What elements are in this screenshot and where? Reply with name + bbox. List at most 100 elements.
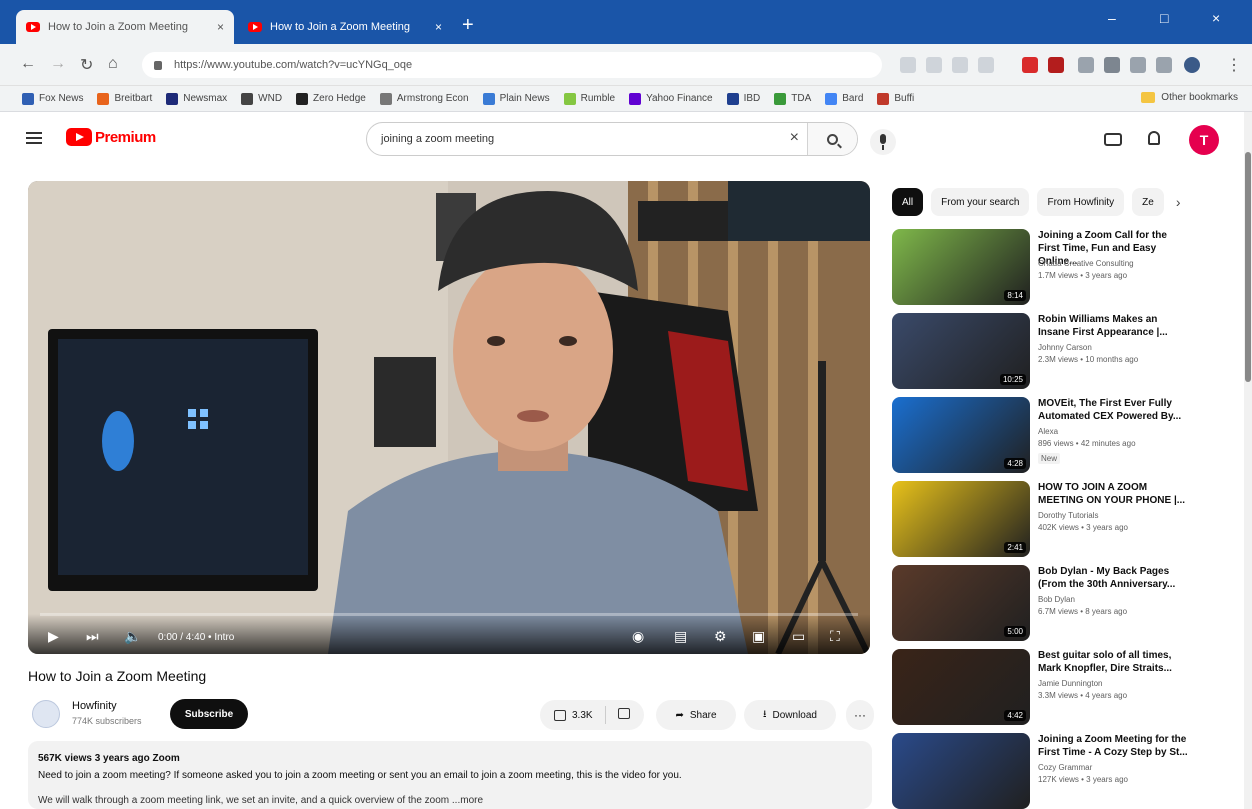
cast-icon[interactable] bbox=[900, 57, 916, 73]
recommended-title[interactable]: MOVEit, The First Ever Fully Automated C… bbox=[1038, 397, 1188, 423]
chevron-right-icon[interactable]: › bbox=[1176, 194, 1181, 210]
recommended-video[interactable]: 8:14 Joining a Zoom Call for the First Ti… bbox=[892, 229, 1232, 307]
share-button[interactable]: ➦ Share bbox=[656, 700, 736, 730]
recommended-video[interactable]: 2:41 HOW TO JOIN A ZOOM MEETING ON YOUR P… bbox=[892, 481, 1232, 559]
theater-mode-icon[interactable]: ▭ bbox=[792, 628, 805, 644]
url-bar[interactable]: https://www.youtube.com/watch?v=ucYNGq_o… bbox=[142, 52, 882, 78]
chip-from-search[interactable]: From your search bbox=[931, 188, 1030, 216]
reload-icon[interactable]: ↻ bbox=[80, 55, 93, 75]
recommended-channel[interactable]: Bob Dylan bbox=[1038, 595, 1075, 604]
bookmark-item[interactable]: Breitbart bbox=[97, 92, 152, 105]
microphone-icon[interactable] bbox=[870, 129, 896, 155]
volume-icon[interactable]: 🔈 bbox=[124, 628, 141, 644]
chip-partial[interactable]: Ze bbox=[1132, 188, 1164, 216]
maximize-button[interactable]: □ bbox=[1160, 10, 1168, 26]
extension-flag-icon[interactable] bbox=[1048, 57, 1064, 73]
back-arrow-icon[interactable]: ← bbox=[20, 55, 36, 73]
video-thumbnail[interactable]: 5:00 bbox=[892, 565, 1030, 641]
chapter-text[interactable]: • Intro bbox=[208, 632, 234, 643]
minimize-button[interactable]: – bbox=[1108, 10, 1116, 26]
tab-active[interactable]: How to Join a Zoom Meeting × bbox=[238, 10, 452, 44]
share-page-icon[interactable] bbox=[952, 57, 968, 73]
search-button[interactable] bbox=[807, 123, 857, 155]
home-icon[interactable]: ⌂ bbox=[108, 55, 118, 73]
bookmark-item[interactable]: WND bbox=[241, 92, 282, 105]
settings-icon[interactable] bbox=[978, 57, 994, 73]
sidebar-icon[interactable] bbox=[1156, 57, 1172, 73]
video-thumbnail[interactable]: 10:25 bbox=[892, 313, 1030, 389]
recommended-video[interactable]: Joining a Zoom Meeting for the First Tim… bbox=[892, 733, 1232, 809]
hamburger-menu-icon[interactable] bbox=[26, 132, 42, 144]
search-box[interactable]: joining a zoom meeting × bbox=[366, 122, 858, 156]
recommended-channel[interactable]: Cozy Grammar bbox=[1038, 763, 1092, 772]
new-tab-button[interactable]: + bbox=[462, 14, 474, 36]
recommended-channel[interactable]: Alexa bbox=[1038, 427, 1058, 436]
settings-gear-icon[interactable]: ⚙ bbox=[714, 628, 727, 644]
chip-from-channel[interactable]: From Howfinity bbox=[1037, 188, 1125, 216]
progress-bar[interactable] bbox=[40, 613, 858, 616]
recommended-video[interactable]: 5:00 Bob Dylan - My Back Pages (From the … bbox=[892, 565, 1232, 643]
recommended-channel[interactable]: Johnny Carson bbox=[1038, 343, 1092, 352]
miniplayer-icon[interactable]: ▣ bbox=[752, 628, 765, 644]
media-icon[interactable] bbox=[1130, 57, 1146, 73]
create-video-icon[interactable] bbox=[1104, 133, 1122, 146]
play-icon[interactable]: ▶ bbox=[48, 628, 59, 644]
clear-search-icon[interactable]: × bbox=[790, 129, 799, 147]
recommended-title[interactable]: Robin Williams Makes an Insane First App… bbox=[1038, 313, 1188, 339]
extension-icon[interactable] bbox=[1078, 57, 1094, 73]
youtube-logo[interactable]: Premium bbox=[66, 128, 156, 146]
bookmark-item[interactable]: Bard bbox=[825, 92, 863, 105]
video-thumbnail[interactable]: 4:28 bbox=[892, 397, 1030, 473]
other-bookmarks[interactable]: Other bookmarks bbox=[1141, 92, 1238, 103]
recommended-title[interactable]: Bob Dylan - My Back Pages (From the 30th… bbox=[1038, 565, 1188, 591]
bookmark-item[interactable]: Yahoo Finance bbox=[629, 92, 713, 105]
page-scrollbar[interactable] bbox=[1244, 112, 1252, 809]
more-actions-button[interactable]: ··· bbox=[846, 700, 874, 730]
bookmark-item[interactable]: TDA bbox=[774, 92, 811, 105]
tab-inactive[interactable]: How to Join a Zoom Meeting × bbox=[16, 10, 234, 44]
video-thumbnail[interactable]: 2:41 bbox=[892, 481, 1030, 557]
autoplay-toggle-icon[interactable]: ◉ bbox=[632, 628, 644, 644]
captions-icon[interactable]: ▤ bbox=[674, 628, 687, 644]
account-avatar[interactable]: T bbox=[1189, 125, 1219, 155]
next-video-icon[interactable]: ⏭ bbox=[86, 628, 99, 644]
video-thumbnail[interactable]: 8:14 bbox=[892, 229, 1030, 305]
recommended-video[interactable]: 4:28 MOVEit, The First Ever Fully Automat… bbox=[892, 397, 1232, 475]
channel-name[interactable]: Howfinity bbox=[72, 700, 117, 712]
recommended-channel[interactable]: Jamie Dunnington bbox=[1038, 679, 1102, 688]
menu-kebab-icon[interactable]: ⋮ bbox=[1226, 55, 1242, 75]
dislike-button[interactable] bbox=[606, 708, 636, 722]
recommended-title[interactable]: HOW TO JOIN A ZOOM MEETING ON YOUR PHONE… bbox=[1038, 481, 1188, 507]
bookmark-item[interactable]: Rumble bbox=[563, 92, 615, 105]
video-thumbnail[interactable]: 4:42 bbox=[892, 649, 1030, 725]
channel-avatar[interactable] bbox=[32, 700, 60, 728]
recommended-channel[interactable]: Chada Creative Consulting bbox=[1038, 259, 1134, 268]
description-box[interactable]: 567K views 3 years ago Zoom Need to join… bbox=[28, 741, 872, 809]
bookmark-item[interactable]: IBD bbox=[726, 92, 760, 105]
tab-close-icon[interactable]: × bbox=[217, 20, 224, 34]
download-button[interactable]: ⭳ Download bbox=[744, 700, 836, 730]
bookmark-item[interactable]: Zero Hedge bbox=[296, 92, 366, 105]
forward-arrow-icon[interactable]: → bbox=[50, 55, 66, 73]
bookmark-item[interactable]: Armstrong Econ bbox=[379, 92, 469, 105]
recommended-title[interactable]: Joining a Zoom Meeting for the First Tim… bbox=[1038, 733, 1188, 759]
fullscreen-icon[interactable]: ⛶ bbox=[830, 628, 840, 644]
recommended-title[interactable]: Best guitar solo of all times, Mark Knop… bbox=[1038, 649, 1188, 675]
subscribe-button[interactable]: Subscribe bbox=[170, 699, 248, 729]
puzzle-icon[interactable] bbox=[1104, 57, 1120, 73]
bookmark-item[interactable]: Newsmax bbox=[166, 92, 227, 105]
zoom-icon[interactable] bbox=[926, 57, 942, 73]
like-button[interactable]: 3.3K bbox=[540, 706, 606, 724]
video-thumbnail[interactable] bbox=[892, 733, 1030, 809]
recommended-channel[interactable]: Dorothy Tutorials bbox=[1038, 511, 1098, 520]
bookmark-item[interactable]: Buffi bbox=[877, 92, 914, 105]
search-input[interactable]: joining a zoom meeting bbox=[381, 133, 494, 145]
tab-close-icon[interactable]: × bbox=[435, 20, 442, 34]
extension-red-icon[interactable] bbox=[1022, 57, 1038, 73]
recommended-video[interactable]: 10:25 Robin Williams Makes an Insane Firs… bbox=[892, 313, 1232, 391]
scrollbar-thumb[interactable] bbox=[1245, 152, 1251, 382]
video-player[interactable]: ▶ ⏭ 🔈 0:00 / 4:40 • Intro ◉ ▤ ⚙ ▣ ▭ ⛶ bbox=[28, 181, 870, 654]
notifications-bell-icon[interactable] bbox=[1148, 131, 1160, 145]
recommended-video[interactable]: 4:42 Best guitar solo of all times, Mark … bbox=[892, 649, 1232, 727]
bookmark-item[interactable]: Fox News bbox=[22, 92, 83, 105]
